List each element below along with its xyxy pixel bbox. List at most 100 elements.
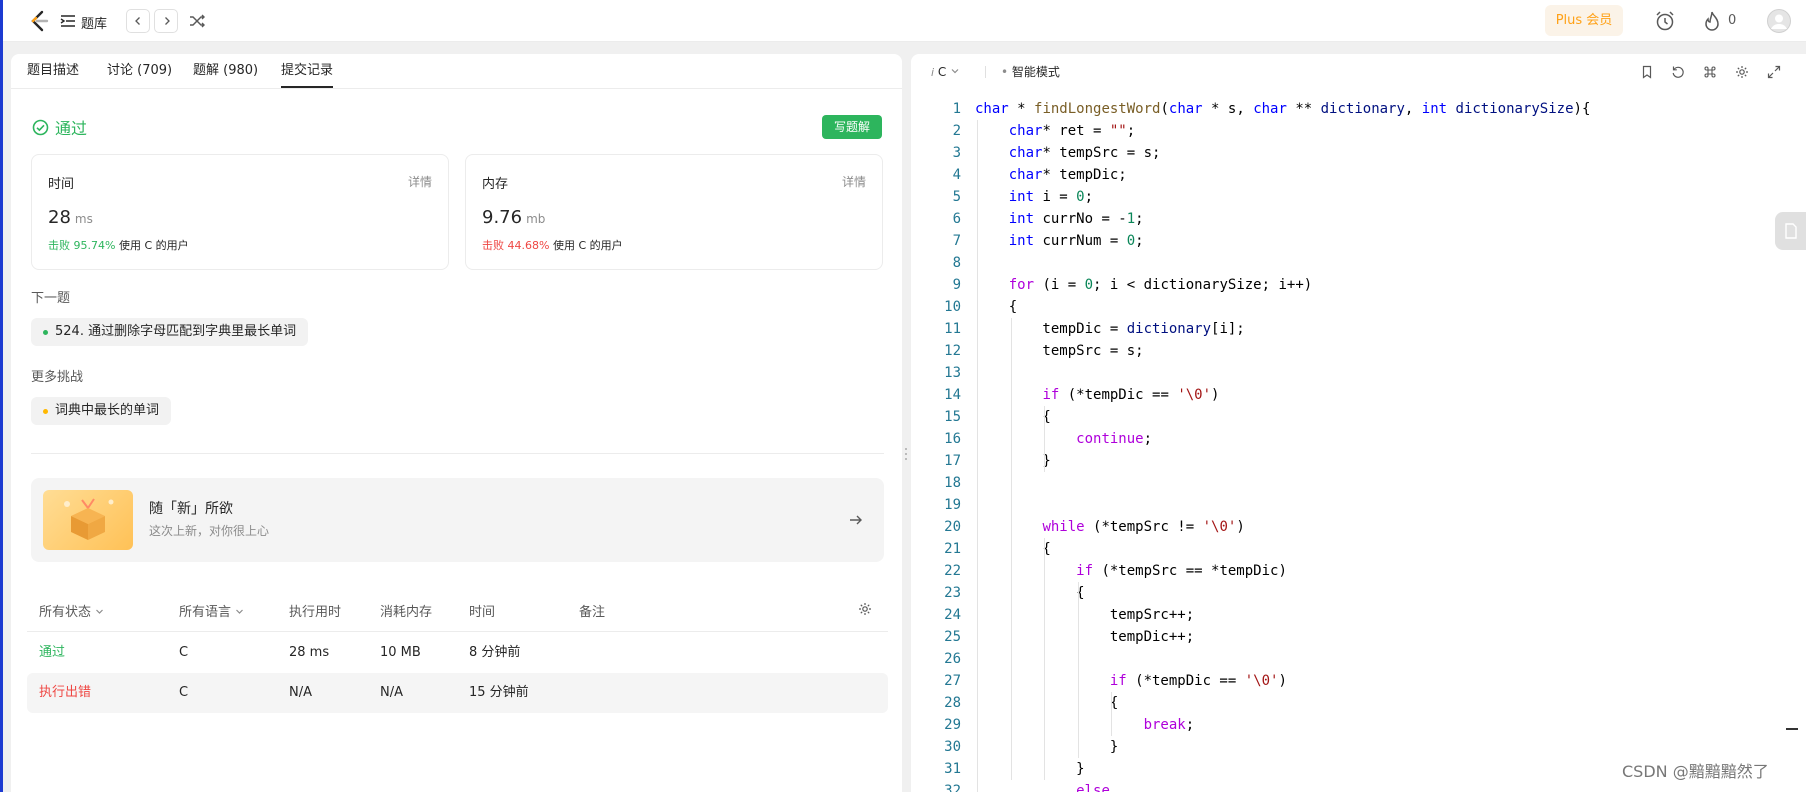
avatar[interactable] (1767, 9, 1791, 33)
more-problem-chip[interactable]: 词典中最长的单词 (31, 397, 172, 425)
memory-unit: mb (526, 212, 546, 226)
scrollbar-marker[interactable] (1786, 728, 1798, 730)
code-line[interactable]: char* tempSrc = s; (975, 142, 1161, 164)
reset-icon[interactable] (1671, 65, 1685, 79)
tab-discussion[interactable]: 讨论 (709) (107, 54, 172, 88)
document-icon (1785, 223, 1797, 239)
fullscreen-icon[interactable] (1767, 65, 1781, 79)
code-line[interactable]: if (*tempSrc == *tempDic) (975, 560, 1287, 582)
code-line[interactable]: for (i = 0; i < dictionarySize; i++) (975, 274, 1312, 296)
table-row[interactable]: 通过 C 28 ms 10 MB 8 分钟前 (27, 633, 888, 673)
code-line[interactable]: else (975, 780, 1110, 792)
flame-icon[interactable] (1703, 10, 1721, 32)
editor-toolbar: i C • 智能模式 (911, 54, 1806, 90)
row-time-ago: 8 分钟前 (469, 645, 521, 660)
code-line[interactable]: tempDic++; (975, 626, 1194, 648)
line-number: 13 (944, 365, 961, 381)
line-number: 1 (952, 101, 961, 117)
result-status-label: 通过 (55, 119, 88, 138)
line-number: 22 (944, 563, 961, 579)
language-select[interactable]: i C (931, 54, 960, 91)
plus-member-button[interactable]: Plus 会员 (1545, 5, 1623, 36)
line-number: 31 (944, 761, 961, 777)
memory-card: 内存 详情 9.76 mb 击败 44.68% 使用 C 的用户 (465, 154, 883, 270)
notes-side-button[interactable] (1775, 212, 1806, 250)
line-number: 29 (944, 717, 961, 733)
smart-mode-toggle[interactable]: • 智能模式 (1001, 54, 1060, 90)
code-line[interactable]: break; (975, 714, 1195, 736)
memory-detail-link[interactable]: 详情 (842, 173, 866, 190)
code-line[interactable]: { (975, 538, 1050, 560)
code-line[interactable]: int currNo = -1; (975, 208, 1144, 230)
memory-value-row: 9.76 mb (482, 207, 545, 228)
bookmark-icon[interactable] (1640, 65, 1654, 79)
code-line[interactable]: } (975, 736, 1118, 758)
line-number: 6 (952, 211, 961, 227)
shuffle-icon[interactable] (188, 12, 206, 30)
filter-status[interactable]: 所有状态 (39, 601, 104, 620)
chevron-down-icon (96, 609, 104, 614)
memory-beats-percent: 击败 44.68% (482, 239, 550, 252)
line-number: 26 (944, 651, 961, 667)
code-line[interactable]: } (975, 758, 1084, 780)
code-line[interactable]: continue; (975, 428, 1152, 450)
row-status[interactable]: 通过 (39, 633, 65, 673)
code-line[interactable]: { (975, 582, 1084, 604)
code-line[interactable]: char* ret = ""; (975, 120, 1135, 142)
line-number: 12 (944, 343, 961, 359)
command-icon[interactable] (1703, 65, 1717, 79)
write-solution-button[interactable]: 写题解 (822, 115, 882, 139)
easy-dot-icon (43, 330, 48, 335)
next-problem-chip[interactable]: 524. 通过删除字母匹配到字典里最长单词 (31, 318, 309, 346)
tab-submissions[interactable]: 提交记录 (281, 54, 334, 88)
code-line[interactable]: tempSrc = s; (975, 340, 1143, 362)
leetcode-logo-icon[interactable] (27, 9, 51, 33)
line-number: 8 (952, 255, 961, 271)
code-editor-panel: i C • 智能模式 1 char * findLongestWord(char … (911, 54, 1806, 792)
line-number: 11 (944, 321, 961, 337)
code-line[interactable]: { (975, 692, 1118, 714)
top-nav: 题库 Plus 会员 0 (3, 0, 1806, 42)
memory-beats-suffix: 使用 C 的用户 (552, 239, 623, 252)
row-status[interactable]: 执行出错 (39, 673, 91, 713)
alarm-clock-icon[interactable] (1654, 10, 1676, 32)
code-line[interactable]: char * findLongestWord(char * s, char **… (975, 98, 1590, 120)
code-line[interactable]: tempSrc++; (975, 604, 1194, 626)
list-icon[interactable] (60, 13, 76, 29)
editor-settings-icon[interactable] (1735, 65, 1749, 79)
tab-solutions[interactable]: 题解 (980) (193, 54, 258, 88)
next-problem-button[interactable] (154, 9, 178, 33)
code-line[interactable]: int currNum = 0; (975, 230, 1144, 252)
indent-guide (1044, 538, 1046, 780)
memory-beats: 击败 44.68% 使用 C 的用户 (482, 237, 623, 253)
code-line[interactable]: int i = 0; (975, 186, 1093, 208)
runtime-title: 时间 (48, 177, 75, 192)
code-line[interactable]: { (975, 406, 1050, 428)
line-number: 17 (944, 453, 961, 469)
tab-description[interactable]: 题目描述 (27, 54, 79, 88)
runtime-detail-link[interactable]: 详情 (408, 173, 432, 190)
code-line[interactable]: { (975, 296, 1017, 318)
language-label: C (937, 65, 947, 79)
code-line[interactable]: char* tempDic; (975, 164, 1127, 186)
settings-gear-icon[interactable] (858, 602, 872, 616)
line-number: 28 (944, 695, 961, 711)
arrow-right-icon[interactable] (848, 512, 864, 528)
result-status: 通过 (32, 116, 87, 138)
code-line[interactable]: while (*tempSrc != '\0') (975, 516, 1244, 538)
table-row[interactable]: 执行出错 C N/A N/A 15 分钟前 (27, 673, 888, 713)
smart-mode-dot-icon: • (1001, 65, 1009, 79)
code-line[interactable]: if (*tempDic == '\0') (975, 384, 1219, 406)
problemset-link[interactable]: 题库 (81, 13, 107, 32)
prev-problem-button[interactable] (126, 9, 150, 33)
runtime-value-row: 28 ms (48, 207, 93, 228)
filter-language[interactable]: 所有语言 (179, 601, 244, 620)
line-number: 2 (952, 123, 961, 139)
line-number: 15 (944, 409, 961, 425)
code-line[interactable]: if (*tempDic == '\0') (975, 670, 1287, 692)
next-heading: 下一题 (31, 291, 71, 306)
code-line[interactable]: } (975, 450, 1050, 472)
promo-banner[interactable]: 随「新」所欲 这次上新，对你很上心 (31, 478, 884, 562)
panel-resize-handle[interactable] (904, 448, 907, 468)
code-line[interactable]: tempDic = dictionary[i]; (975, 318, 1244, 340)
